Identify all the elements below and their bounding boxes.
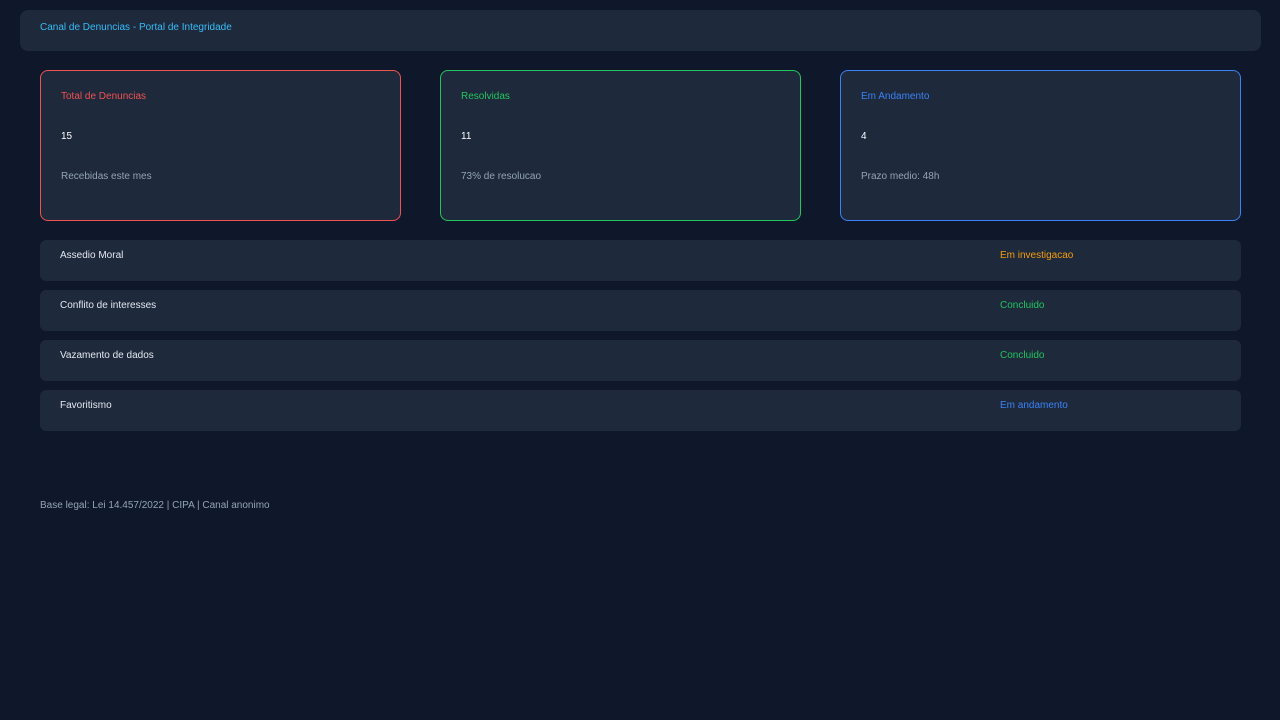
legal-footer: Base legal: Lei 14.457/2022 | CIPA | Can… <box>40 500 270 511</box>
report-status: Em investigacao <box>1000 250 1074 261</box>
report-status: Concluido <box>1000 350 1045 361</box>
total-reports-value: 15 <box>61 131 73 142</box>
resolved-subtitle: 73% de resolucao <box>461 171 542 182</box>
in-progress-value: 4 <box>861 131 867 142</box>
total-reports-card: Total de Denuncias 15 Recebidas este mes <box>40 70 401 221</box>
report-title: Assedio Moral <box>60 250 124 261</box>
report-status: Em andamento <box>1000 400 1068 411</box>
resolved-value: 11 <box>461 131 472 142</box>
report-title: Vazamento de dados <box>60 350 154 361</box>
resolved-card: Resolvidas 11 73% de resolucao <box>440 70 801 221</box>
in-progress-card: Em Andamento 4 Prazo medio: 48h <box>840 70 1241 221</box>
report-status: Concluido <box>1000 300 1045 311</box>
in-progress-label: Em Andamento <box>861 91 930 102</box>
portal-header: Canal de Denuncias - Portal de Integrida… <box>20 10 1261 51</box>
report-row[interactable]: Conflito de interesses Concluido <box>40 290 1241 331</box>
report-title: Conflito de interesses <box>60 300 157 311</box>
report-row[interactable]: Favoritismo Em andamento <box>40 390 1241 431</box>
report-row[interactable]: Vazamento de dados Concluido <box>40 340 1241 381</box>
page-title: Canal de Denuncias - Portal de Integrida… <box>40 22 232 33</box>
total-reports-label: Total de Denuncias <box>61 91 147 102</box>
report-row[interactable]: Assedio Moral Em investigacao <box>40 240 1241 281</box>
total-reports-subtitle: Recebidas este mes <box>61 171 152 182</box>
in-progress-subtitle: Prazo medio: 48h <box>861 171 940 182</box>
report-title: Favoritismo <box>60 400 112 411</box>
resolved-label: Resolvidas <box>461 91 510 102</box>
